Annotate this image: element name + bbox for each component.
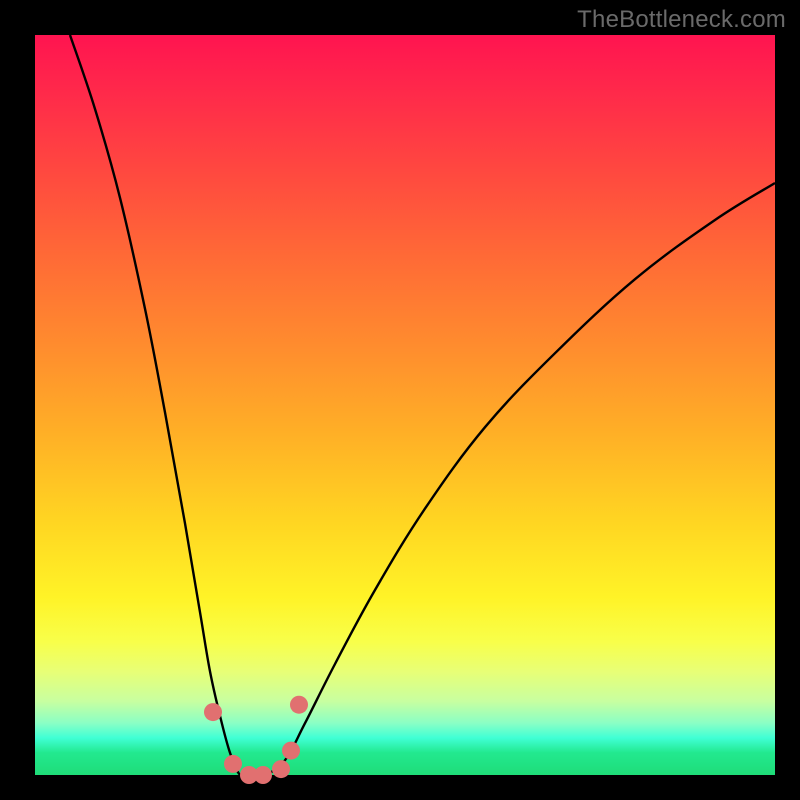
data-point (272, 760, 290, 778)
data-point (224, 755, 242, 773)
watermark-text: TheBottleneck.com (577, 6, 786, 34)
data-point (254, 766, 272, 784)
data-point (282, 742, 300, 760)
data-point (204, 703, 222, 721)
data-point (290, 696, 308, 714)
chart-frame: TheBottleneck.com (0, 0, 800, 800)
plot-area (35, 35, 775, 775)
bottleneck-curve (70, 35, 775, 777)
curve-layer (35, 35, 775, 775)
marker-group (204, 696, 308, 784)
